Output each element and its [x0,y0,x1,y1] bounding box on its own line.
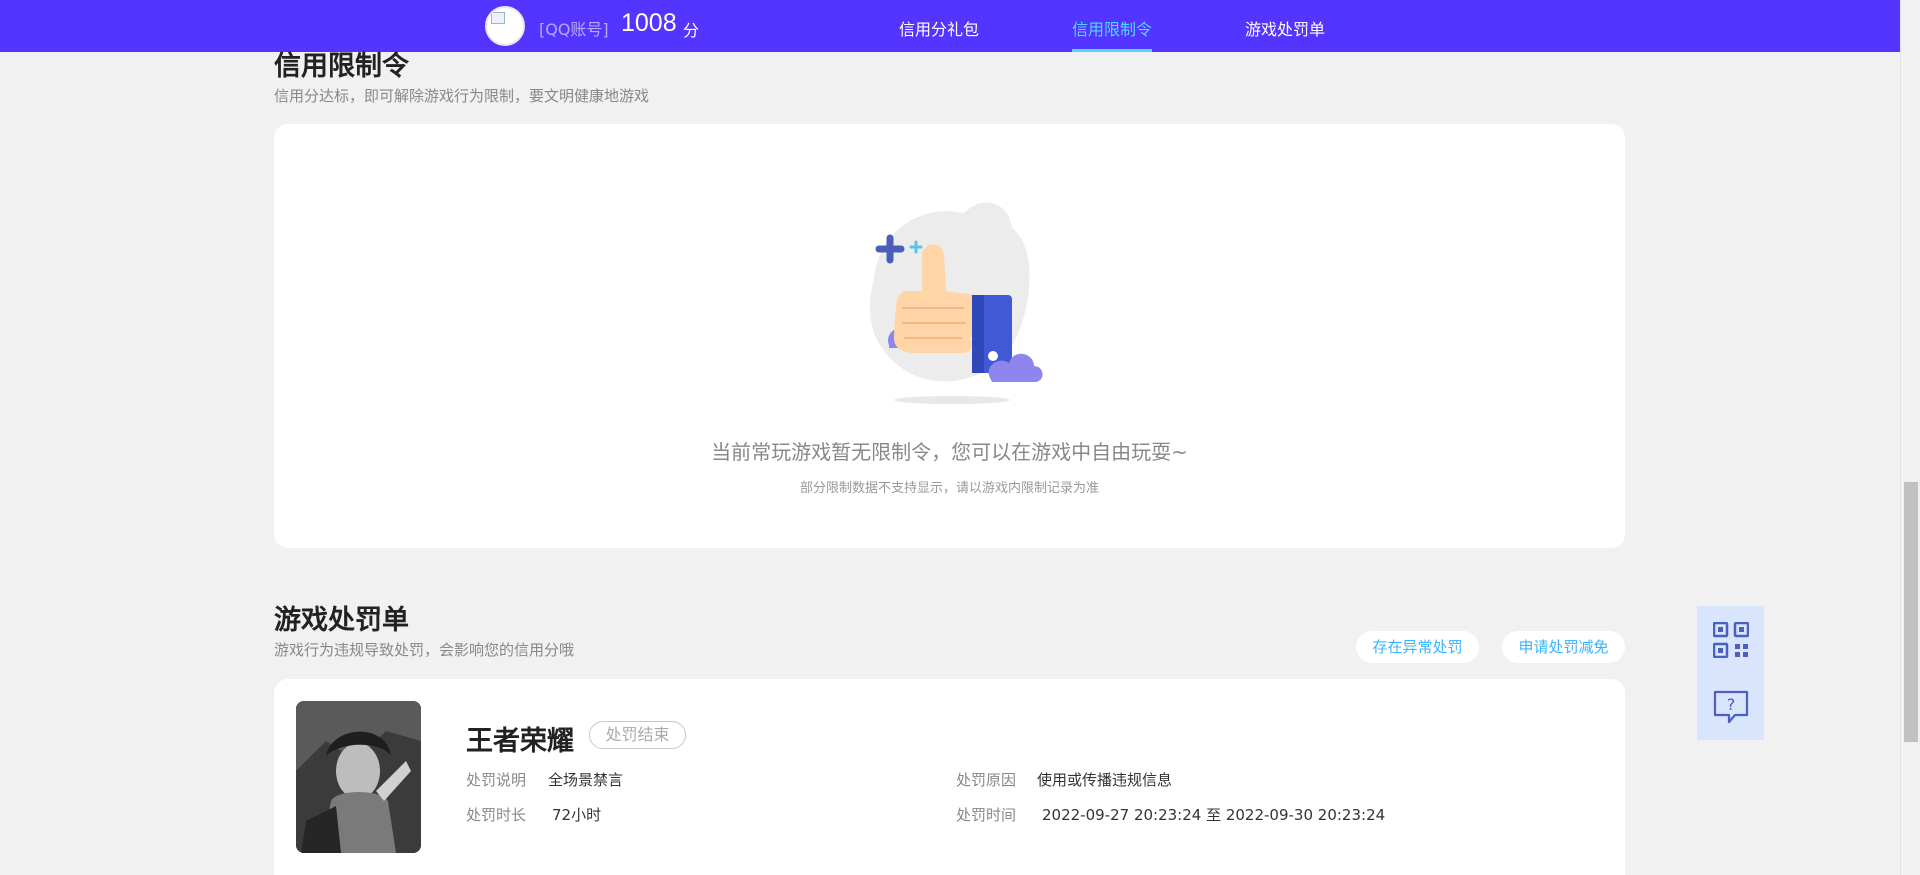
page-scrollbar[interactable] [1900,0,1920,875]
svg-text:?: ? [1727,695,1736,714]
penalty-time-label: 处罚时间 [956,806,1017,824]
empty-state-note: 部分限制数据不支持显示，请以游戏内限制记录为准 [799,481,1099,496]
credit-score-unit: 分 [683,21,700,40]
broken-image-icon [491,12,505,24]
penalty-record-card: 王者荣耀 处罚结束 处罚说明 全场景禁言 处罚时长 72小时 处罚原因 使用或传… [274,679,1625,875]
help-chat-icon: ? [1713,690,1749,724]
penalty-duration-value: 72小时 [552,806,602,824]
qr-code-button[interactable] [1697,606,1764,673]
penalty-status-badge: 处罚结束 [589,721,686,749]
penalty-reason-value: 使用或传播违规信息 [1037,771,1173,789]
empty-state-message: 当前常玩游戏暂无限制令，您可以在游戏中自由玩耍~ [711,440,1188,464]
apply-penalty-reduction-button[interactable]: 申请处罚减免 [1502,631,1625,663]
nav-tab-credit-restriction[interactable]: 信用限制令 [1072,16,1152,40]
penalty-description-label: 处罚说明 [466,771,527,789]
active-tab-indicator [1072,49,1152,52]
penalty-section-title: 游戏处罚单 [274,605,409,636]
restriction-card: 当前常玩游戏暂无限制令，您可以在游戏中自由玩耍~ 部分限制数据不支持显示，请以游… [274,124,1625,548]
penalty-reason-label: 处罚原因 [956,771,1017,789]
nav-tab-game-penalty[interactable]: 游戏处罚单 [1245,16,1325,40]
restriction-section-title: 信用限制令 [274,51,409,82]
nav-tab-credit-gift[interactable]: 信用分礼包 [899,16,979,40]
thumbs-up-illustration [870,202,1043,404]
account-type-label: [QQ账号] [539,20,609,39]
help-feedback-button[interactable]: ? [1697,673,1764,740]
scrollbar-thumb[interactable] [1904,482,1918,742]
qr-code-icon [1713,622,1749,658]
game-name: 王者荣耀 [466,726,574,757]
penalty-duration-label: 处罚时长 [466,806,527,824]
user-avatar[interactable] [485,6,525,46]
report-abnormal-penalty-button[interactable]: 存在异常处罚 [1356,631,1479,663]
penalty-section-subtitle: 游戏行为违规导致处罚，会影响您的信用分哦 [274,641,575,659]
credit-score-value: 1008 [621,9,677,37]
penalty-description-value: 全场景禁言 [548,771,624,789]
penalty-time-value: 2022-09-27 20:23:24 至 2022-09-30 20:23:2… [1042,806,1386,824]
restriction-section-subtitle: 信用分达标，即可解除游戏行为限制，要文明健康地游戏 [274,87,650,105]
game-cover-image [296,701,421,853]
